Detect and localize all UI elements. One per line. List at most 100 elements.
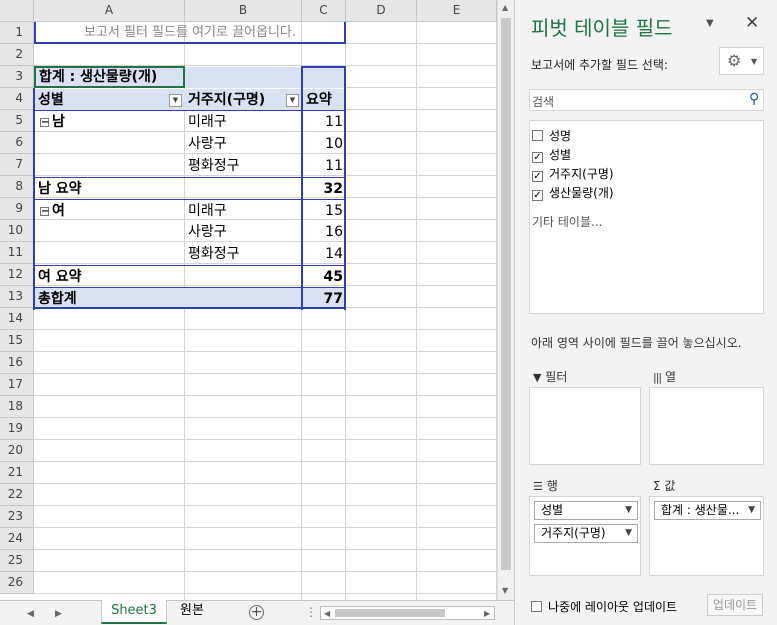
- pill-dropdown-icon[interactable]: ▼: [625, 525, 632, 542]
- search-icon[interactable]: ⚲: [749, 91, 759, 107]
- tab-scroll-right-icon[interactable]: ▶: [55, 609, 62, 619]
- pivot-data-field-title[interactable]: 합계 : 생산물량(개): [34, 66, 185, 88]
- row-field-pill-gender[interactable]: 성별 ▼: [534, 501, 638, 520]
- row-header[interactable]: 10: [0, 220, 34, 242]
- row-header[interactable]: 8: [0, 176, 34, 198]
- row-header[interactable]: 9: [0, 198, 34, 220]
- row-header[interactable]: 18: [0, 396, 34, 418]
- male-subtotal-value[interactable]: 32: [302, 177, 346, 199]
- pane-options-dropdown-icon[interactable]: ▼: [706, 18, 714, 29]
- horizontal-scroll-thumb[interactable]: [335, 609, 445, 617]
- tools-button[interactable]: ⚙ ▼: [719, 47, 764, 75]
- tab-scroll-left-icon[interactable]: ◀: [27, 609, 34, 619]
- value-cell[interactable]: 10: [302, 133, 346, 155]
- row-header[interactable]: 26: [0, 572, 34, 594]
- field-search-input[interactable]: 검색 ⚲: [529, 89, 764, 111]
- row-header[interactable]: 1: [0, 22, 34, 44]
- select-all-corner[interactable]: [0, 0, 34, 22]
- tab-sheet3[interactable]: Sheet3: [101, 600, 167, 624]
- checked-checkbox-icon[interactable]: ✓: [532, 171, 543, 182]
- row-header[interactable]: 5: [0, 110, 34, 132]
- collapse-minus-icon[interactable]: −: [40, 118, 49, 128]
- row-header[interactable]: 22: [0, 484, 34, 506]
- row-header[interactable]: 24: [0, 528, 34, 550]
- value-cell[interactable]: 16: [302, 221, 346, 243]
- defer-update-option[interactable]: 나중에 레이아웃 업데이트: [531, 598, 677, 615]
- horizontal-scrollbar[interactable]: ◀ ▶: [320, 606, 495, 620]
- row-header[interactable]: 3: [0, 66, 34, 88]
- close-icon[interactable]: ✕: [745, 13, 759, 33]
- row-header[interactable]: 2: [0, 44, 34, 66]
- summary-header[interactable]: 요약: [302, 89, 346, 111]
- filter-drop-area[interactable]: [529, 387, 641, 465]
- column-header-c[interactable]: C: [302, 0, 346, 22]
- gender-filter-dropdown-icon[interactable]: ▼: [169, 94, 182, 107]
- defer-update-checkbox[interactable]: [531, 601, 542, 612]
- row-header[interactable]: 11: [0, 242, 34, 264]
- vertical-scroll-thumb[interactable]: [501, 18, 511, 570]
- district-cell[interactable]: 평화정구: [185, 155, 302, 177]
- district-cell[interactable]: 평화정구: [185, 243, 302, 265]
- hscroll-right-icon[interactable]: ▶: [484, 609, 490, 618]
- district-cell[interactable]: 사랑구: [185, 133, 302, 155]
- row-header[interactable]: 12: [0, 264, 34, 286]
- hscroll-left-icon[interactable]: ◀: [324, 609, 330, 618]
- row-header[interactable]: 21: [0, 462, 34, 484]
- tab-source[interactable]: 원본: [170, 600, 214, 624]
- report-filter-drop-zone[interactable]: 보고서 필터 필드를 여기로 끌어옵니다.: [34, 22, 346, 44]
- grand-total-value[interactable]: 77: [302, 287, 346, 309]
- row-header[interactable]: 19: [0, 418, 34, 440]
- value-cell[interactable]: 15: [302, 199, 346, 221]
- field-item[interactable]: 성명: [532, 127, 571, 144]
- value-cell[interactable]: 14: [302, 243, 346, 265]
- row-field-pill-residence[interactable]: 거주지(구명) ▼: [534, 524, 638, 543]
- tab-split-handle-icon[interactable]: ⋮: [305, 605, 317, 619]
- district-cell[interactable]: 미래구: [185, 199, 302, 221]
- vertical-scrollbar[interactable]: ▲ ▼: [497, 0, 514, 600]
- grand-total-label[interactable]: 총합계: [34, 287, 302, 309]
- unchecked-checkbox-icon[interactable]: [532, 130, 543, 141]
- pill-dropdown-icon[interactable]: ▼: [625, 502, 632, 519]
- row-header[interactable]: 25: [0, 550, 34, 572]
- row-label-header-residence[interactable]: 거주지(구명): [185, 89, 302, 111]
- row-header[interactable]: 15: [0, 330, 34, 352]
- female-subtotal-label[interactable]: 여 요약: [34, 265, 302, 287]
- value-field-pill[interactable]: 합계 : 생산물... ▼: [654, 501, 761, 520]
- row-header[interactable]: 16: [0, 352, 34, 374]
- field-item[interactable]: ✓ 성별: [532, 146, 571, 163]
- column-header-e[interactable]: E: [417, 0, 497, 22]
- worksheet-grid[interactable]: A B C D E 1 2 3 4 5 6 7 8 9 10 11 12 13 14 15 16 17 18 19 2…: [0, 0, 497, 600]
- female-group-label[interactable]: − 여: [34, 199, 185, 221]
- row-header[interactable]: 7: [0, 154, 34, 176]
- row-header[interactable]: 4: [0, 88, 34, 110]
- checked-checkbox-icon[interactable]: ✓: [532, 152, 543, 163]
- value-cell[interactable]: 11: [302, 155, 346, 177]
- scroll-down-icon[interactable]: ▼: [502, 586, 508, 595]
- male-subtotal-label[interactable]: 남 요약: [34, 177, 302, 199]
- residence-filter-dropdown-icon[interactable]: ▼: [286, 94, 299, 107]
- field-item[interactable]: ✓ 생산물량(개): [532, 184, 614, 201]
- update-button[interactable]: 업데이트: [707, 594, 763, 616]
- plus-circle-icon[interactable]: +: [249, 605, 264, 620]
- value-cell[interactable]: 11: [302, 111, 346, 133]
- rows-drop-area[interactable]: 성별 ▼ 거주지(구명) ▼: [529, 496, 641, 576]
- scroll-up-icon[interactable]: ▲: [502, 3, 508, 12]
- row-header[interactable]: 13: [0, 286, 34, 308]
- checked-checkbox-icon[interactable]: ✓: [532, 190, 543, 201]
- male-group-label[interactable]: − 남: [34, 111, 185, 133]
- column-header-b[interactable]: B: [185, 0, 302, 22]
- row-header[interactable]: 23: [0, 506, 34, 528]
- row-header[interactable]: 14: [0, 308, 34, 330]
- field-item[interactable]: ✓ 거주지(구명): [532, 165, 614, 182]
- district-cell[interactable]: 사랑구: [185, 221, 302, 243]
- columns-drop-area[interactable]: [649, 387, 764, 465]
- values-drop-area[interactable]: 합계 : 생산물... ▼: [649, 496, 764, 576]
- more-tables-link[interactable]: 기타 테이블...: [532, 213, 602, 230]
- pill-dropdown-icon[interactable]: ▼: [748, 502, 755, 519]
- row-header[interactable]: 6: [0, 132, 34, 154]
- collapse-minus-icon[interactable]: −: [40, 207, 49, 217]
- column-header-a[interactable]: A: [34, 0, 185, 22]
- district-cell[interactable]: 미래구: [185, 111, 302, 133]
- row-header[interactable]: 20: [0, 440, 34, 462]
- row-label-header-gender[interactable]: 성별: [34, 89, 185, 111]
